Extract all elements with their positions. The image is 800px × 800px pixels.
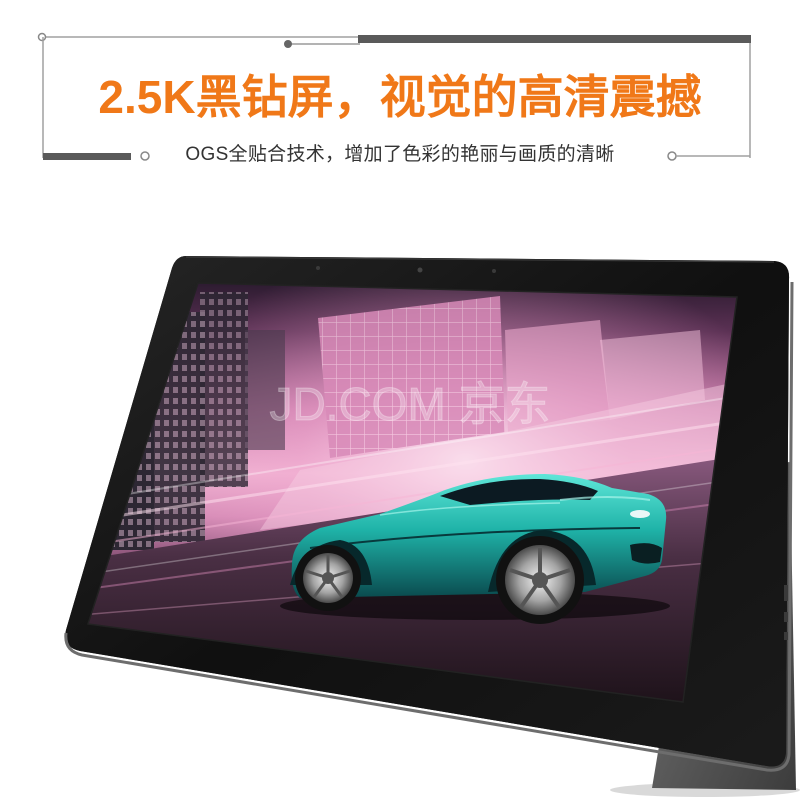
front-wheel (496, 536, 584, 624)
watermark: JD.COM 京东 (269, 378, 550, 430)
camera-icon (492, 269, 496, 273)
camera-icon (417, 267, 423, 273)
side-port (784, 585, 788, 601)
rear-wheel (295, 545, 361, 611)
camera-icon (316, 266, 320, 270)
side-port (784, 612, 788, 622)
tablet-illustration: JD.COM 京东 (64, 256, 800, 797)
side-port (784, 632, 788, 640)
